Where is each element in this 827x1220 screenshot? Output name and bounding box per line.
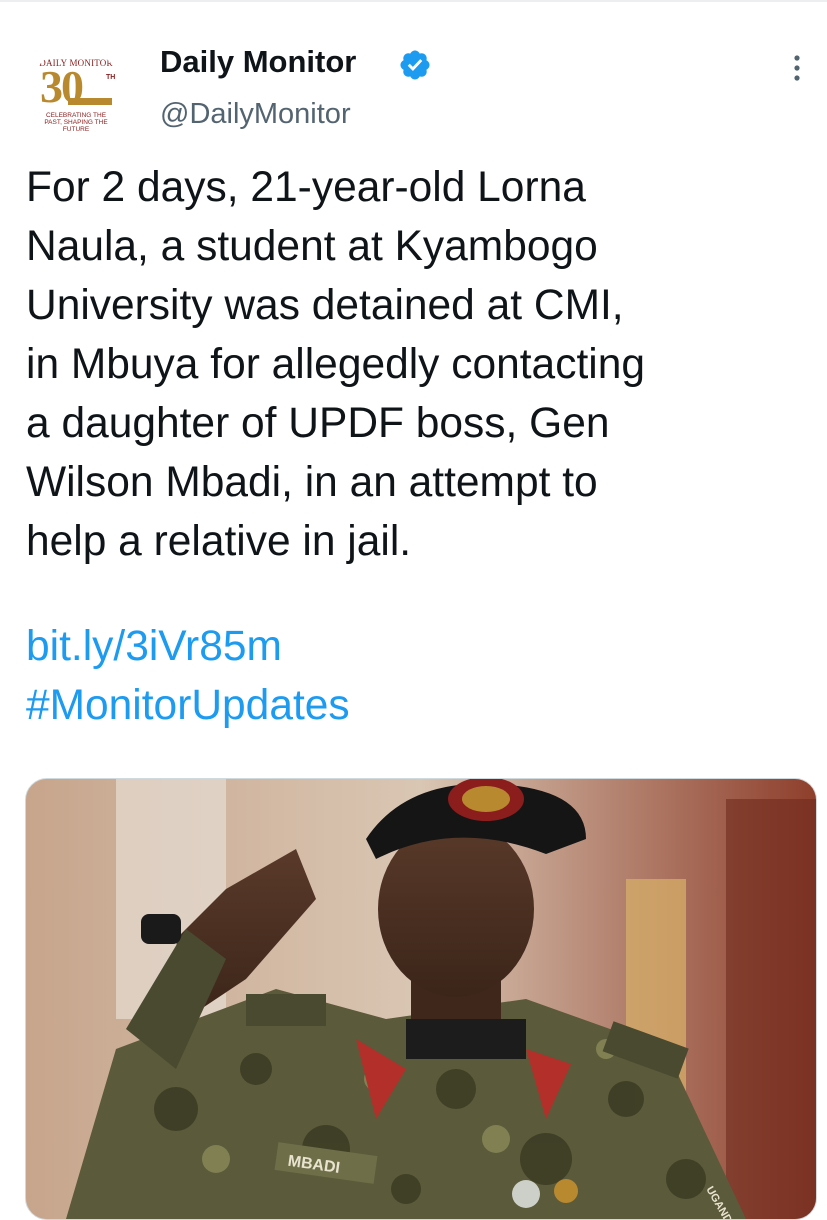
tweet-text-line: University was detained at CMI, [26,282,624,329]
author-display-name[interactable]: Daily Monitor [160,44,356,80]
avatar-superscript: TH [106,74,116,81]
left-epaulette [246,994,326,1026]
more-options-icon[interactable] [785,50,809,86]
tweet-text-line: help a relative in jail. [26,518,412,565]
top-divider [0,0,827,2]
tweet-link[interactable]: bit.ly/3iVr85m [26,617,282,676]
verified-badge-icon [400,50,430,80]
medal [554,1179,578,1203]
tweet-text-line: Wilson Mbadi, in an attempt to [26,459,598,506]
media-illustration: MBADI UGANDA [26,779,816,1219]
tweet-text-line: in Mbuya for allegedly contacting [26,341,645,388]
tweet-text-line: Naula, a student at Kyambogo [26,223,598,270]
wristwatch [141,914,181,944]
tweet-media-image[interactable]: MBADI UGANDA [25,778,817,1220]
tweet-text-line: a daughter of UPDF boss, Gen [26,400,610,447]
background-curtain [726,799,816,1219]
author-handle[interactable]: @DailyMonitor [160,98,351,131]
shirt-collar [406,1019,526,1059]
tweet-hashtag[interactable]: #MonitorUpdates [26,676,350,735]
tweet-text: For 2 days, 21-year-old Lorna Naula, a s… [26,158,816,571]
medal [512,1180,540,1208]
avatar[interactable]: DAILY MONITOR 30 TH CELEBRATING THE PAST… [28,48,124,144]
tweet-text-line: For 2 days, 21-year-old Lorna [26,164,586,211]
avatar-tagline: CELEBRATING THE PAST, SHAPING THE FUTURE [44,112,108,133]
avatar-ribbon [68,98,112,105]
